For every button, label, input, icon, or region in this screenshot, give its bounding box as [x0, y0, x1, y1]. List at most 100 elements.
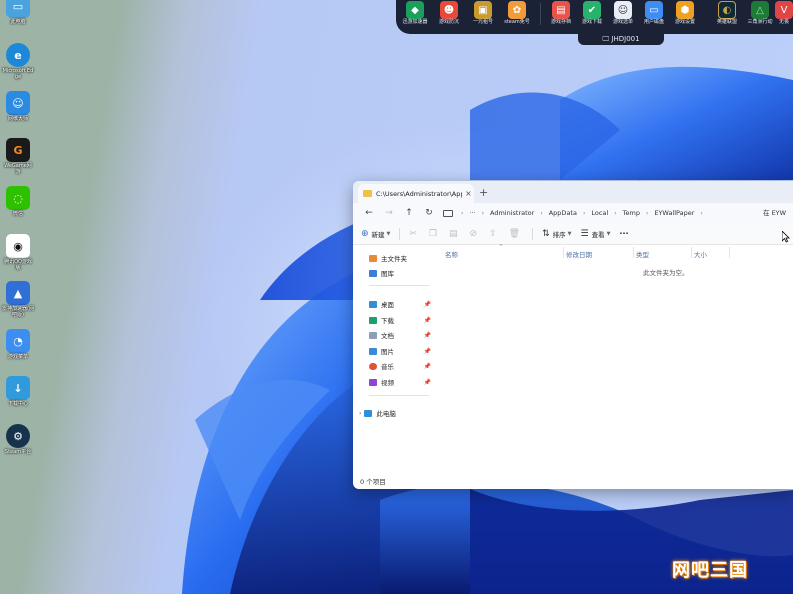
toolbar-item-game-settings[interactable]: ⬢ 游戏设置: [666, 0, 704, 26]
videos-icon: [369, 378, 377, 386]
back-button[interactable]: ←: [359, 208, 379, 218]
column-header-modified[interactable]: 修改日期: [566, 249, 592, 259]
column-header-type[interactable]: 类型: [636, 249, 649, 259]
pin-icon[interactable]: 📌: [424, 301, 431, 308]
chevron-down-icon: ▼: [386, 230, 391, 237]
address-bar[interactable]: › ··· › Administrator › AppData › Local …: [443, 209, 709, 217]
column-divider[interactable]: [729, 247, 730, 258]
pin-icon[interactable]: 📌: [424, 332, 431, 339]
pin-icon[interactable]: 📌: [424, 317, 431, 324]
column-header-name[interactable]: 名称: [445, 249, 458, 259]
sidebar-item-pictures[interactable]: 图片 📌: [369, 346, 431, 356]
plus-circle-icon: ⊕: [361, 228, 369, 239]
column-divider[interactable]: [633, 247, 634, 258]
sidebar-item-this-pc[interactable]: › 此电脑: [359, 408, 433, 418]
pin-icon[interactable]: 📌: [424, 379, 431, 386]
desktop-icon-steam[interactable]: ⚙ Steam平台: [2, 424, 34, 455]
share-button[interactable]: ⇪: [489, 229, 500, 239]
desktop-icon-accelerator[interactable]: ▲ 雷神加速器(网吧版): [2, 281, 34, 318]
sidebar-item-home[interactable]: 主文件夹: [369, 253, 431, 263]
column-divider[interactable]: [563, 247, 564, 258]
paste-button[interactable]: ▤: [449, 229, 461, 239]
rename-icon: ⊘: [469, 228, 478, 239]
new-tab-button[interactable]: +: [479, 186, 488, 199]
sort-icon: ⇅: [542, 228, 550, 239]
view-label: 查看: [591, 230, 605, 239]
up-button[interactable]: ↑: [399, 208, 419, 218]
toolbar-item-game-shield[interactable]: ☻ 游戏防沉: [430, 0, 468, 26]
sidebar-item-music[interactable]: 音乐 📌: [369, 361, 431, 371]
desktop-icon-wegame[interactable]: G WeGame网游: [2, 138, 34, 175]
refresh-button[interactable]: ↻: [419, 208, 439, 218]
navigation-bar: ← → ↑ ↻ › ··· › Administrator › AppData …: [353, 203, 793, 223]
toolbar-item-xunyou[interactable]: ◆ 迅游加速器: [396, 0, 434, 26]
column-divider[interactable]: [691, 247, 692, 258]
accelerator-icon: ▲: [6, 281, 30, 305]
tab-current-folder[interactable]: C:\Users\Administrator\AppData ×: [358, 184, 474, 203]
column-header-size[interactable]: 大小: [694, 249, 707, 259]
game-save-icon: ▤: [552, 1, 570, 19]
toolbar-divider: [532, 227, 534, 240]
file-list: 名称 ^ 修改日期 类型 大小 此文件夹为空。: [437, 244, 793, 477]
toolbar-item-steam-free[interactable]: ✿ steam免号: [498, 0, 536, 26]
sidebar-divider: [369, 395, 429, 396]
status-bar-item-count: 0 个项目: [360, 478, 386, 486]
search-input[interactable]: 在 EYW: [763, 207, 793, 217]
sidebar-item-videos[interactable]: 视频 📌: [369, 377, 431, 387]
new-button[interactable]: ⊕ 新建 ▼: [361, 229, 390, 239]
breadcrumb-local[interactable]: Local: [591, 209, 608, 217]
desktop-icon-qq[interactable]: ◉ 腾讯QQ游戏版: [2, 234, 34, 271]
rename-button[interactable]: ⊘: [470, 229, 481, 239]
desktop-icon-download-center[interactable]: ↓ 下载中心: [2, 376, 34, 407]
sidebar-item-label: 桌面: [381, 301, 394, 309]
desktop-icon-netmaster[interactable]: ☺ 网维大师: [2, 91, 34, 122]
wegame-icon: G: [6, 138, 30, 162]
game-select-icon: ☺: [614, 1, 632, 19]
machine-name: JHDJ001: [611, 35, 640, 43]
desktop-icon-game-menu[interactable]: ◔ 游戏菜单: [2, 329, 34, 360]
desktop-icon-computer[interactable]: ▭ 此电脑: [2, 0, 34, 25]
sidebar-item-downloads[interactable]: 下载 📌: [369, 315, 431, 325]
breadcrumb-temp[interactable]: Temp: [623, 209, 640, 217]
sidebar-item-gallery[interactable]: 图库: [369, 268, 431, 278]
paste-icon: ▤: [449, 228, 458, 239]
download-icon: [369, 316, 377, 324]
machine-name-tag: 🖵 JHDJ001: [578, 34, 664, 45]
sort-up-icon: ^: [499, 244, 504, 250]
download-center-icon: ↓: [6, 376, 30, 400]
pin-icon[interactable]: 📌: [424, 348, 431, 355]
chevron-down-icon: ▼: [606, 230, 611, 237]
chevron-right-icon: ›: [481, 209, 485, 217]
xunyou-icon: ◆: [406, 1, 424, 19]
breadcrumb-administrator[interactable]: Administrator: [490, 209, 534, 217]
desktop-icon-wechat[interactable]: ◌ 微信: [2, 186, 34, 217]
delete-button[interactable]: 🗑: [509, 229, 523, 239]
view-button[interactable]: ☰ 查看 ▼: [580, 229, 610, 239]
monitor-icon: 🖵: [602, 35, 610, 43]
edge-icon: e: [6, 43, 30, 67]
sidebar-item-label: 视频: [381, 379, 394, 387]
desktop-icon-edge[interactable]: e Microsoft Edge: [2, 43, 34, 80]
sidebar-item-desktop[interactable]: 桌面 📌: [369, 299, 431, 309]
sidebar-item-documents[interactable]: 文档 📌: [369, 330, 431, 340]
forward-button[interactable]: →: [379, 208, 399, 218]
pin-icon[interactable]: 📌: [424, 363, 431, 370]
breadcrumb-overflow[interactable]: ···: [469, 209, 475, 217]
breadcrumb-appdata[interactable]: AppData: [549, 209, 577, 217]
more-icon: ···: [619, 229, 629, 238]
chevron-right-icon[interactable]: ›: [359, 410, 361, 417]
scissors-icon: ✂: [409, 228, 417, 239]
toolbar-item-valorant[interactable]: V 无畏: [772, 0, 793, 26]
wechat-icon: ◌: [6, 186, 30, 210]
copy-button[interactable]: ❐: [429, 229, 440, 239]
toolbar-item-rent-account[interactable]: ▣ 一元租号: [464, 0, 502, 26]
sort-button[interactable]: ⇅ 排序 ▼: [542, 229, 571, 239]
watermark: 网吧三国: [672, 560, 748, 581]
game-toolbar: ◆ 迅游加速器 ☻ 游戏防沉 ▣ 一元租号 ✿ steam免号 ▤ 游戏存档 ✔…: [396, 0, 793, 34]
more-options-button[interactable]: ···: [619, 229, 628, 238]
steam-free-icon: ✿: [508, 1, 526, 19]
cut-button[interactable]: ✂: [409, 229, 420, 239]
tab-close-icon[interactable]: ×: [465, 189, 472, 198]
navigation-pane: 主文件夹 图库 桌面 📌 下载 📌 文档 📌 图片 📌 音乐 📌 视频 📌 › …: [353, 245, 437, 477]
breadcrumb-eywallpaper[interactable]: EYWallPaper: [654, 209, 694, 217]
